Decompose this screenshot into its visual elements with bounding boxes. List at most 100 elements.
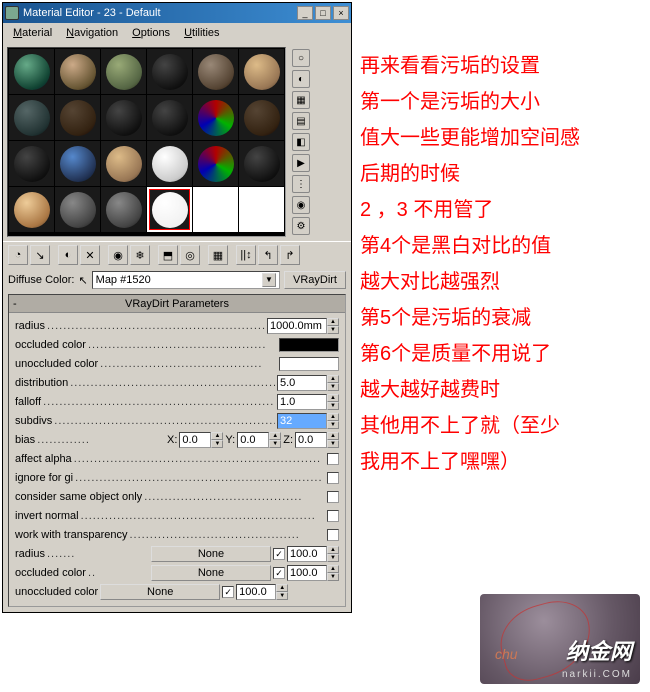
nav-sibling-icon[interactable]: ↱ xyxy=(280,245,300,265)
material-slot[interactable] xyxy=(55,187,100,232)
radius-map-checkbox[interactable]: ✓ xyxy=(273,548,285,560)
map-name-combo[interactable]: Map #1520 ▼ xyxy=(92,271,280,289)
assign-icon[interactable]: ◐ xyxy=(58,245,78,265)
bias-z-spinner[interactable]: ▲▼ xyxy=(295,432,339,448)
mat-effects-icon[interactable]: ◎ xyxy=(180,245,200,265)
material-slot[interactable] xyxy=(55,141,100,186)
material-slot-selected[interactable] xyxy=(147,187,192,232)
material-slot[interactable] xyxy=(239,95,284,140)
restore-button[interactable]: □ xyxy=(315,6,331,20)
bias-y-spinner[interactable]: ▲▼ xyxy=(237,432,281,448)
bias-z-input[interactable] xyxy=(295,432,327,448)
same-object-checkbox[interactable] xyxy=(327,491,339,503)
occluded-color-swatch[interactable] xyxy=(279,338,339,352)
sample-type-icon[interactable]: ○ xyxy=(292,49,310,67)
video-color-icon[interactable]: ◧ xyxy=(292,133,310,151)
occluded-map-input[interactable] xyxy=(287,565,327,581)
material-slot[interactable] xyxy=(193,49,238,94)
material-slot[interactable] xyxy=(9,141,54,186)
panel-header[interactable]: - VRayDirt Parameters xyxy=(9,295,345,313)
nav-parent-icon[interactable]: ↰ xyxy=(258,245,278,265)
transparency-checkbox[interactable] xyxy=(327,529,339,541)
spin-down-icon[interactable]: ▼ xyxy=(327,421,339,429)
annot-line: 其他用不上了就（至少 xyxy=(360,408,650,444)
options-icon[interactable]: ⋮ xyxy=(292,175,310,193)
menu-material[interactable]: MMaterialaterial xyxy=(7,25,58,41)
falloff-spinner[interactable]: ▲▼ xyxy=(277,394,339,410)
make-preview-icon[interactable]: ▶ xyxy=(292,154,310,172)
put-lib-icon[interactable]: ⬒ xyxy=(158,245,178,265)
material-slot[interactable] xyxy=(9,187,54,232)
material-slot[interactable] xyxy=(147,49,192,94)
spin-down-icon[interactable]: ▼ xyxy=(327,383,339,391)
falloff-input[interactable] xyxy=(277,394,327,410)
unoccluded-map-checkbox[interactable]: ✓ xyxy=(222,586,234,598)
material-slot[interactable] xyxy=(9,49,54,94)
menu-utilities[interactable]: Utilities xyxy=(178,25,225,41)
spin-up-icon[interactable]: ▲ xyxy=(327,413,339,421)
select-by-icon[interactable]: ◉ xyxy=(292,196,310,214)
spin-down-icon[interactable]: ▼ xyxy=(327,326,339,334)
material-slot[interactable] xyxy=(101,141,146,186)
affect-alpha-checkbox[interactable] xyxy=(327,453,339,465)
distribution-spinner[interactable]: ▲▼ xyxy=(277,375,339,391)
map-type-button[interactable]: VRayDirt xyxy=(284,271,346,289)
material-slot[interactable] xyxy=(55,95,100,140)
material-slot[interactable] xyxy=(55,49,100,94)
material-slot[interactable] xyxy=(147,141,192,186)
close-button[interactable]: × xyxy=(333,6,349,20)
material-slot[interactable] xyxy=(239,49,284,94)
radius-map-input[interactable] xyxy=(287,546,327,562)
distribution-input[interactable] xyxy=(277,375,327,391)
material-slot[interactable] xyxy=(147,95,192,140)
material-slot[interactable] xyxy=(101,187,146,232)
minimize-button[interactable]: _ xyxy=(297,6,313,20)
eyedrop-icon[interactable]: ⚙ xyxy=(292,217,310,235)
radius-spinner[interactable]: ▲▼ xyxy=(267,318,339,334)
spin-up-icon[interactable]: ▲ xyxy=(327,318,339,326)
ignore-gi-checkbox[interactable] xyxy=(327,472,339,484)
menu-options[interactable]: Options xyxy=(126,25,176,41)
spin-down-icon[interactable]: ▼ xyxy=(327,402,339,410)
eyedropper-icon[interactable]: ↖ xyxy=(78,274,87,287)
bias-y-input[interactable] xyxy=(237,432,269,448)
material-slot[interactable] xyxy=(101,49,146,94)
unoccluded-color-swatch[interactable] xyxy=(279,357,339,371)
unoccluded-map-input[interactable] xyxy=(236,584,276,600)
occluded-map-checkbox[interactable]: ✓ xyxy=(273,567,285,579)
bias-x-spinner[interactable]: ▲▼ xyxy=(179,432,223,448)
material-slot[interactable] xyxy=(239,141,284,186)
dropdown-arrow-icon[interactable]: ▼ xyxy=(262,273,276,287)
spin-up-icon[interactable]: ▲ xyxy=(327,394,339,402)
reset-icon[interactable]: ✕ xyxy=(80,245,100,265)
show-end-icon[interactable]: ||↕ xyxy=(236,245,256,265)
spin-up-icon[interactable]: ▲ xyxy=(327,375,339,383)
material-slot[interactable] xyxy=(9,95,54,140)
panel-collapse-icon[interactable]: - xyxy=(13,298,25,310)
background-icon[interactable]: ▦ xyxy=(292,91,310,109)
show-map-icon[interactable]: ▦ xyxy=(208,245,228,265)
bias-x-input[interactable] xyxy=(179,432,211,448)
backlight-icon[interactable]: ◐ xyxy=(292,70,310,88)
material-slot[interactable] xyxy=(101,95,146,140)
subdivs-input[interactable] xyxy=(277,413,327,429)
make-unique-icon[interactable]: ❄ xyxy=(130,245,150,265)
invert-normal-checkbox[interactable] xyxy=(327,510,339,522)
material-slot[interactable] xyxy=(193,187,238,232)
radius-map-button[interactable]: None xyxy=(151,546,271,562)
menu-navigation[interactable]: Navigation xyxy=(60,25,124,41)
get-material-icon[interactable]: ◔ xyxy=(8,245,28,265)
sample-uv-icon[interactable]: ▤ xyxy=(292,112,310,130)
material-slot[interactable] xyxy=(193,95,238,140)
radius-input[interactable] xyxy=(267,318,327,334)
unoccluded-map-button[interactable]: None xyxy=(100,584,220,600)
unoccluded-map-spinner[interactable]: ▲▼ xyxy=(236,584,288,600)
copy-icon[interactable]: ◉ xyxy=(108,245,128,265)
radius-map-spinner[interactable]: ▲▼ xyxy=(287,546,339,562)
put-material-icon[interactable]: ↘ xyxy=(30,245,50,265)
material-slot[interactable] xyxy=(193,141,238,186)
occluded-map-button[interactable]: None xyxy=(151,565,271,581)
subdivs-spinner[interactable]: ▲▼ xyxy=(277,413,339,429)
occluded-map-spinner[interactable]: ▲▼ xyxy=(287,565,339,581)
material-slot[interactable] xyxy=(239,187,284,232)
